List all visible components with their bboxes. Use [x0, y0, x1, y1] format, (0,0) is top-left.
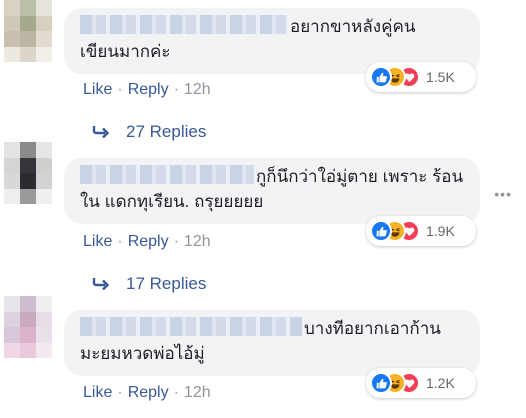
separator: ·: [117, 233, 123, 250]
like-link[interactable]: Like: [83, 233, 112, 250]
view-replies-link[interactable]: 17 Replies: [92, 274, 206, 294]
comment-bubble: กูก็นึกว่าใอ่มู่ตาย เพราะ ร้อน ใน แดกทุเ…: [64, 158, 480, 224]
reaction-summary[interactable]: 1.5K: [366, 62, 476, 92]
author-name[interactable]: [80, 165, 254, 184]
reply-link[interactable]: Reply: [128, 81, 169, 98]
avatar[interactable]: [4, 296, 52, 358]
like-link[interactable]: Like: [83, 81, 112, 98]
more-options-icon[interactable]: •••: [494, 186, 512, 202]
reply-link[interactable]: Reply: [128, 384, 169, 401]
reply-arrow-icon: [92, 126, 110, 139]
comment-actions: Like · Reply · 12h: [83, 81, 211, 99]
replies-count-label: 27 Replies: [126, 122, 207, 141]
separator: ·: [173, 233, 179, 250]
comment-bubble: บางทีอยากเอาก้าน มะยมหวดพ่อไอ้มู่: [64, 310, 480, 376]
avatar[interactable]: [4, 0, 52, 62]
author-name[interactable]: [80, 317, 302, 336]
timestamp[interactable]: 12h: [184, 81, 211, 98]
reaction-summary[interactable]: 1.9K: [366, 216, 476, 246]
reaction-count: 1.5K: [426, 69, 455, 85]
comment-actions: Like · Reply · 12h: [83, 384, 211, 402]
author-name[interactable]: [80, 15, 288, 34]
reaction-count: 1.9K: [426, 223, 455, 239]
comment-actions: Like · Reply · 12h: [83, 233, 211, 251]
like-reaction-icon: [370, 66, 392, 88]
timestamp[interactable]: 12h: [184, 233, 211, 250]
separator: ·: [117, 384, 123, 401]
avatar[interactable]: [4, 142, 52, 204]
reaction-summary[interactable]: 1.2K: [366, 368, 476, 398]
reply-arrow-icon: [92, 278, 110, 291]
reply-link[interactable]: Reply: [128, 233, 169, 250]
replies-count-label: 17 Replies: [126, 274, 207, 293]
separator: ·: [173, 81, 179, 98]
timestamp[interactable]: 12h: [184, 384, 211, 401]
separator: ·: [117, 81, 123, 98]
view-replies-link[interactable]: 27 Replies: [92, 122, 206, 142]
like-reaction-icon: [370, 220, 392, 242]
separator: ·: [173, 384, 179, 401]
like-link[interactable]: Like: [83, 384, 112, 401]
like-reaction-icon: [370, 372, 392, 394]
reaction-count: 1.2K: [426, 375, 455, 391]
